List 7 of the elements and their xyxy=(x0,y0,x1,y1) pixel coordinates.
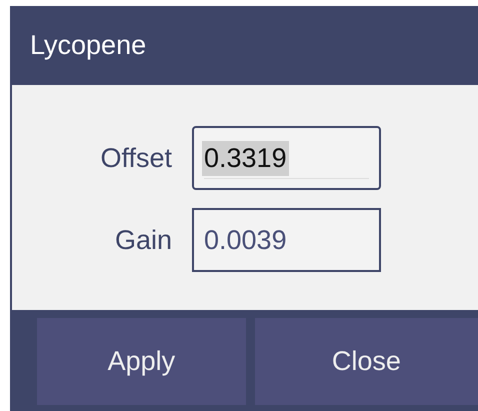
input-field[interactable]: 0.0039 xyxy=(192,208,381,272)
field-label: Offset xyxy=(99,142,173,174)
field-label: Gain xyxy=(114,224,173,256)
apply-button[interactable]: Apply xyxy=(37,318,246,405)
close-button[interactable]: Close xyxy=(254,318,478,405)
dialog-title: Lycopene xyxy=(29,29,148,62)
input-field[interactable]: 0.3319 xyxy=(192,126,381,190)
